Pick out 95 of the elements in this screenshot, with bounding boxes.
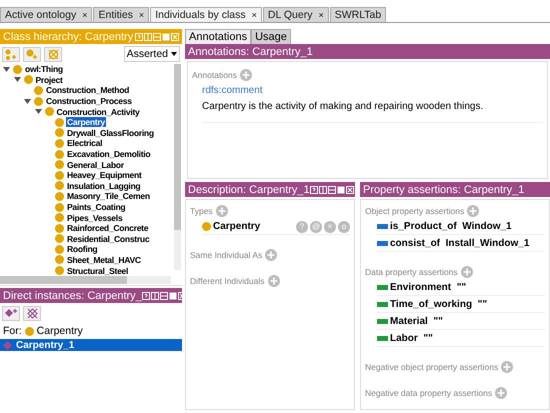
close-icon[interactable]: [346, 186, 354, 194]
workspace-tab[interactable]: Individuals by class ×: [150, 7, 262, 22]
delete-class-button[interactable]: [44, 46, 62, 62]
tree-item[interactable]: Roofing: [66, 244, 98, 254]
tree-item[interactable]: Construction_Activity: [56, 106, 140, 117]
data-assertions-label: Data property assertions: [365, 267, 458, 277]
add-icon[interactable]: [240, 69, 252, 81]
expanded-arrow-icon[interactable]: [14, 76, 20, 84]
section-label: Types: [190, 206, 213, 216]
property-assertion: consist_of Install_Window_1: [390, 238, 530, 249]
object-property-icon: [377, 241, 388, 246]
tree-item[interactable]: Heavey_Equipment: [66, 170, 142, 180]
workspace-tab[interactable]: Entities ×: [93, 7, 150, 22]
workspace-tab[interactable]: SWRLTab: [330, 7, 386, 22]
tree-item[interactable]: Construction_Method: [45, 85, 130, 96]
minimize-icon[interactable]: [160, 292, 168, 300]
minimize-icon[interactable]: [328, 186, 336, 194]
panel-title: Annotations: Carpentry_1: [188, 46, 313, 58]
expanded-arrow-icon[interactable]: [3, 66, 10, 73]
workspace-tab[interactable]: DL Query ×: [262, 7, 329, 22]
property-assertion: Time_of_working "": [390, 299, 488, 310]
add-individual-button[interactable]: [2, 306, 20, 320]
add-icon[interactable]: [268, 275, 280, 287]
property-assertion: Environment "": [390, 282, 466, 293]
tree-item[interactable]: Construction_Process: [45, 96, 133, 106]
property-assertion: Material "": [390, 316, 443, 327]
tree-item[interactable]: Pipes_Vessels: [66, 212, 124, 223]
tree-item[interactable]: Structural_Steel: [66, 266, 130, 276]
expanded-arrow-icon[interactable]: [34, 108, 42, 116]
add-icon[interactable]: [460, 266, 473, 278]
individual-icon: [3, 340, 12, 350]
data-property-icon: [377, 285, 388, 290]
data-property-icon: [377, 336, 388, 341]
tree-item[interactable]: Insulation_Lagging: [66, 180, 142, 191]
split-icon[interactable]: [150, 292, 159, 300]
expanded-arrow-icon[interactable]: [24, 98, 31, 105]
help-icon[interactable]: [310, 186, 318, 194]
section-label: Annotations: [192, 70, 237, 80]
tree-item[interactable]: Paints_Coating: [66, 202, 126, 212]
tree-item[interactable]: Excavation_Demolitio: [66, 149, 152, 160]
delete-individual-button[interactable]: [23, 306, 41, 320]
horizontal-scrollbar[interactable]: [0, 276, 171, 284]
object-assertions-label: Negative object property assertions: [365, 362, 498, 372]
object-assertions-label: Object property assertions: [365, 206, 464, 216]
maximize-icon[interactable]: [168, 292, 177, 300]
add-icon[interactable]: [216, 205, 228, 217]
tree-item[interactable]: Rainforced_Concrete: [66, 223, 150, 234]
hierarchy-mode-dropdown[interactable]: Asserted: [124, 46, 180, 62]
tree-item[interactable]: General_Labor: [66, 160, 125, 170]
class-plus-icon: [26, 48, 38, 60]
tree-item[interactable]: Sheet_Metal_HAVC: [66, 254, 142, 265]
tree-item[interactable]: Project: [34, 74, 64, 85]
maximize-icon[interactable]: [336, 186, 345, 194]
property-assertion: is_Product_of Window_1: [390, 221, 512, 232]
class-tree-icon: [5, 48, 17, 60]
tree-item[interactable]: owl:Thing: [24, 64, 64, 74]
add-sibling-button[interactable]: [23, 46, 41, 62]
panel-title: Description: Carpentry_1: [188, 184, 310, 196]
split-icon[interactable]: [318, 186, 327, 194]
crossed-class-icon: [48, 48, 58, 60]
data-assertions-label: Negative data property assertions: [365, 388, 492, 398]
tree-item[interactable]: Residential_Construc: [66, 234, 150, 244]
add-icon[interactable]: [501, 361, 514, 373]
dropdown-arrow-icon: [171, 52, 177, 56]
class-icon: [24, 326, 34, 336]
add-icon[interactable]: [265, 249, 278, 261]
entity-tab[interactable]: Annotations: [185, 29, 252, 44]
section-label: Same Individual As: [190, 250, 262, 260]
entity-tab[interactable]: Usage: [251, 29, 291, 44]
diamond-plus-icon: [5, 308, 17, 318]
for-label: For:: [3, 325, 22, 337]
data-property-icon: [377, 302, 388, 307]
tree-item[interactable]: Carpentry: [66, 117, 106, 128]
property-assertion: Labor "": [390, 333, 433, 344]
type-name: Carpentry: [213, 221, 260, 232]
workspace-tab[interactable]: Active ontology ×: [0, 7, 92, 22]
crossed-diamond-icon: [26, 308, 38, 318]
class-icon: [202, 222, 211, 231]
individual-item[interactable]: Carpentry_1: [0, 339, 182, 351]
vertical-scrollbar[interactable]: [174, 64, 181, 270]
help-icon[interactable]: [142, 292, 150, 300]
annotation-property-link[interactable]: rdfs:comment: [202, 85, 543, 96]
panel-title: Class hierarchy: Carpentry: [3, 30, 134, 42]
annotation-value: Carpentry is the activity of making and repairing wooden things.: [202, 101, 543, 123]
tree-item[interactable]: Drywall_GlassFlooring: [66, 128, 155, 138]
panel-title: Property assertions: Carpentry_1: [363, 184, 524, 196]
tree-item[interactable]: Masonry_Tile_Cemen: [66, 191, 151, 202]
object-property-icon: [377, 224, 388, 229]
section-label: Different Individuals: [190, 276, 264, 286]
add-icon[interactable]: [495, 387, 508, 399]
class-name: Carpentry: [36, 325, 83, 337]
add-icon[interactable]: [467, 205, 480, 217]
panel-title: Direct instances: Carpentry_: [3, 290, 142, 302]
data-property-icon: [377, 319, 388, 324]
tree-item[interactable]: Electrical: [66, 138, 104, 148]
